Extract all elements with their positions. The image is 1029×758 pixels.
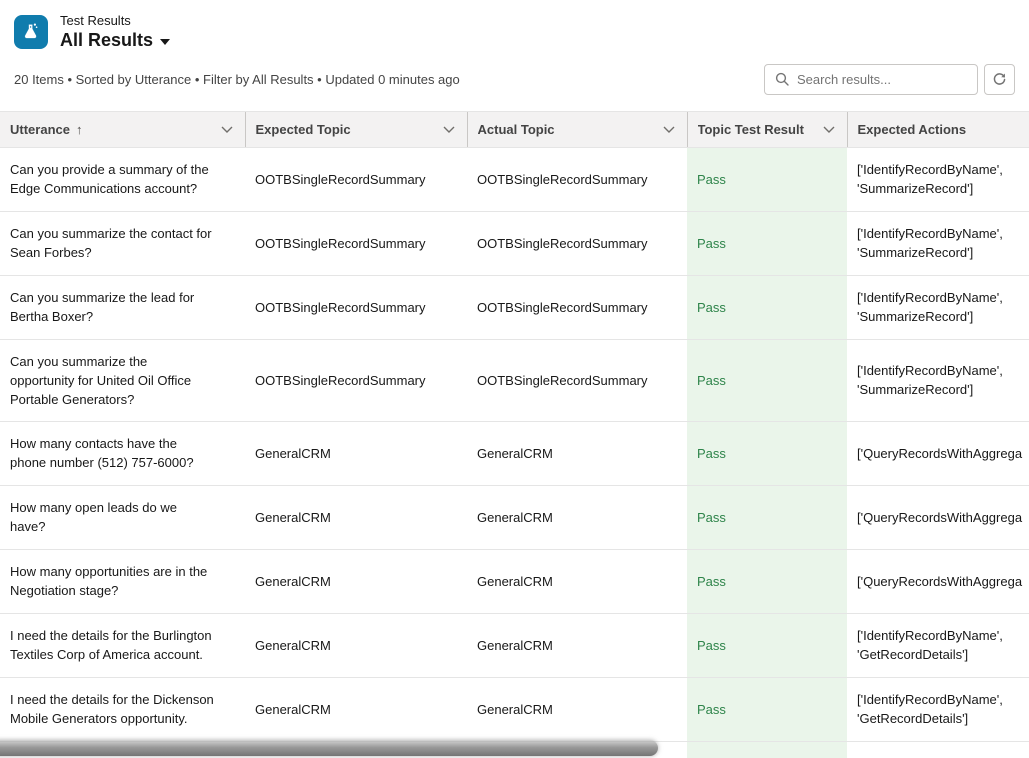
expected-topic-cell: GeneralCRM bbox=[245, 485, 467, 549]
expected-actions-cell: ['IdentifyRecordByName', bbox=[847, 741, 1029, 758]
expected-actions-cell: ['IdentifyRecordByName', 'SummarizeRecor… bbox=[847, 339, 1029, 421]
column-label: Utterance bbox=[10, 122, 70, 137]
refresh-icon bbox=[992, 72, 1007, 87]
list-view-selector[interactable]: All Results bbox=[60, 29, 170, 52]
expected-actions-cell: ['IdentifyRecordByName', 'SummarizeRecor… bbox=[847, 211, 1029, 275]
topic-test-result-cell: Pass bbox=[687, 485, 847, 549]
table-header-row: Utterance ↑ Expected Topic Actual Topic Topi… bbox=[0, 111, 1029, 147]
expected-topic-cell: GeneralCRM bbox=[245, 549, 467, 613]
column-label: Actual Topic bbox=[478, 122, 555, 137]
list-meta: 20 Items • Sorted by Utterance • Filter … bbox=[14, 72, 460, 87]
table-row: I need the details for the Dickenson Mob… bbox=[0, 677, 1029, 741]
expected-actions-cell: ['IdentifyRecordByName', 'GetRecordDetai… bbox=[847, 677, 1029, 741]
actual-topic-cell: OOTBSingleRecordSummary bbox=[467, 275, 687, 339]
column-menu-chevron-icon[interactable] bbox=[821, 124, 837, 135]
expected-topic-cell: GeneralCRM bbox=[245, 613, 467, 677]
expected-actions-cell: ['QueryRecordsWithAggrega bbox=[847, 421, 1029, 485]
utterance-cell: Can you provide a summary of the Edge Co… bbox=[0, 147, 245, 211]
expected-topic-cell: OOTBSingleRecordSummary bbox=[245, 275, 467, 339]
results-table: Utterance ↑ Expected Topic Actual Topic Topi… bbox=[0, 111, 1029, 758]
column-header-expected_actions: Expected Actions bbox=[847, 111, 1029, 147]
actual-topic-cell: OOTBSingleRecordSummary bbox=[467, 339, 687, 421]
actual-topic-cell: OOTBSingleRecordSummary bbox=[467, 211, 687, 275]
expected-actions-cell: ['QueryRecordsWithAggrega bbox=[847, 549, 1029, 613]
topic-test-result-cell: Pass bbox=[687, 613, 847, 677]
utterance-cell: I need the details for the Dickenson Mob… bbox=[0, 677, 245, 741]
table-row: How many opportunities are in the Negoti… bbox=[0, 549, 1029, 613]
entity-label: Test Results bbox=[60, 13, 170, 29]
column-header-actual_topic: Actual Topic bbox=[467, 111, 687, 147]
actual-topic-cell: GeneralCRM bbox=[467, 549, 687, 613]
expected-actions-cell: ['IdentifyRecordByName', 'GetRecordDetai… bbox=[847, 613, 1029, 677]
expected-topic-cell: OOTBSingleRecordSummary bbox=[245, 339, 467, 421]
utterance-cell: Can you summarize the contact for Sean F… bbox=[0, 211, 245, 275]
topic-test-result-cell: Pass bbox=[687, 339, 847, 421]
column-label: Topic Test Result bbox=[698, 122, 804, 137]
expected-topic-cell: GeneralCRM bbox=[245, 421, 467, 485]
expected-actions-cell: ['IdentifyRecordByName', 'SummarizeRecor… bbox=[847, 147, 1029, 211]
expected-topic-cell: GeneralCRM bbox=[245, 677, 467, 741]
search-icon bbox=[775, 72, 789, 86]
topic-test-result-cell: Pass bbox=[687, 421, 847, 485]
table-row: Can you summarize the contact for Sean F… bbox=[0, 211, 1029, 275]
utterance-cell: I need the details for the Burlington Te… bbox=[0, 613, 245, 677]
topic-test-result-cell: Pass bbox=[687, 211, 847, 275]
topic-test-result-cell bbox=[687, 741, 847, 758]
column-menu-chevron-icon[interactable] bbox=[441, 124, 457, 135]
column-label: Expected Actions bbox=[858, 122, 967, 137]
page-header: Test Results All Results bbox=[0, 0, 1029, 52]
topic-test-result-cell: Pass bbox=[687, 549, 847, 613]
toolbar-actions bbox=[764, 64, 1015, 95]
test-results-list-view: Test Results All Results 20 Items • Sort… bbox=[0, 0, 1029, 758]
utterance-cell: How many open leads do we have? bbox=[0, 485, 245, 549]
actual-topic-cell: GeneralCRM bbox=[467, 485, 687, 549]
table-row: How many open leads do we have?GeneralCR… bbox=[0, 485, 1029, 549]
table-row: How many contacts have the phone number … bbox=[0, 421, 1029, 485]
actual-topic-cell: GeneralCRM bbox=[467, 613, 687, 677]
expected-topic-cell: OOTBSingleRecordSummary bbox=[245, 147, 467, 211]
column-menu-chevron-icon[interactable] bbox=[219, 124, 235, 135]
view-label: All Results bbox=[60, 29, 153, 52]
utterance-cell: How many opportunities are in the Negoti… bbox=[0, 549, 245, 613]
horizontal-scrollbar-thumb[interactable] bbox=[0, 740, 658, 756]
sort-ascending-icon: ↑ bbox=[76, 122, 83, 137]
table-row: I need the details for the Burlington Te… bbox=[0, 613, 1029, 677]
table-row: Can you provide a summary of the Edge Co… bbox=[0, 147, 1029, 211]
topic-test-result-cell: Pass bbox=[687, 677, 847, 741]
column-header-result: Topic Test Result bbox=[687, 111, 847, 147]
toolbar: 20 Items • Sorted by Utterance • Filter … bbox=[0, 52, 1029, 111]
topic-test-result-cell: Pass bbox=[687, 275, 847, 339]
expected-actions-cell: ['QueryRecordsWithAggrega bbox=[847, 485, 1029, 549]
actual-topic-cell: OOTBSingleRecordSummary bbox=[467, 147, 687, 211]
search-box[interactable] bbox=[764, 64, 978, 95]
flask-icon bbox=[14, 15, 48, 49]
table-row: Can you summarize the opportunity for Un… bbox=[0, 339, 1029, 421]
utterance-cell: Can you summarize the lead for Bertha Bo… bbox=[0, 275, 245, 339]
column-label: Expected Topic bbox=[256, 122, 351, 137]
actual-topic-cell: GeneralCRM bbox=[467, 677, 687, 741]
table-row: Can you summarize the lead for Bertha Bo… bbox=[0, 275, 1029, 339]
title-block: Test Results All Results bbox=[60, 13, 170, 52]
results-table-wrap: Utterance ↑ Expected Topic Actual Topic Topi… bbox=[0, 111, 1029, 758]
utterance-cell: Can you summarize the opportunity for Un… bbox=[0, 339, 245, 421]
column-header-expected_topic: Expected Topic bbox=[245, 111, 467, 147]
refresh-button[interactable] bbox=[984, 64, 1015, 95]
caret-down-icon bbox=[160, 39, 170, 45]
column-header-utterance: Utterance ↑ bbox=[0, 111, 245, 147]
expected-topic-cell: OOTBSingleRecordSummary bbox=[245, 211, 467, 275]
utterance-cell: How many contacts have the phone number … bbox=[0, 421, 245, 485]
search-input[interactable] bbox=[797, 72, 973, 87]
expected-actions-cell: ['IdentifyRecordByName', 'SummarizeRecor… bbox=[847, 275, 1029, 339]
topic-test-result-cell: Pass bbox=[687, 147, 847, 211]
column-menu-chevron-icon[interactable] bbox=[661, 124, 677, 135]
actual-topic-cell: GeneralCRM bbox=[467, 421, 687, 485]
